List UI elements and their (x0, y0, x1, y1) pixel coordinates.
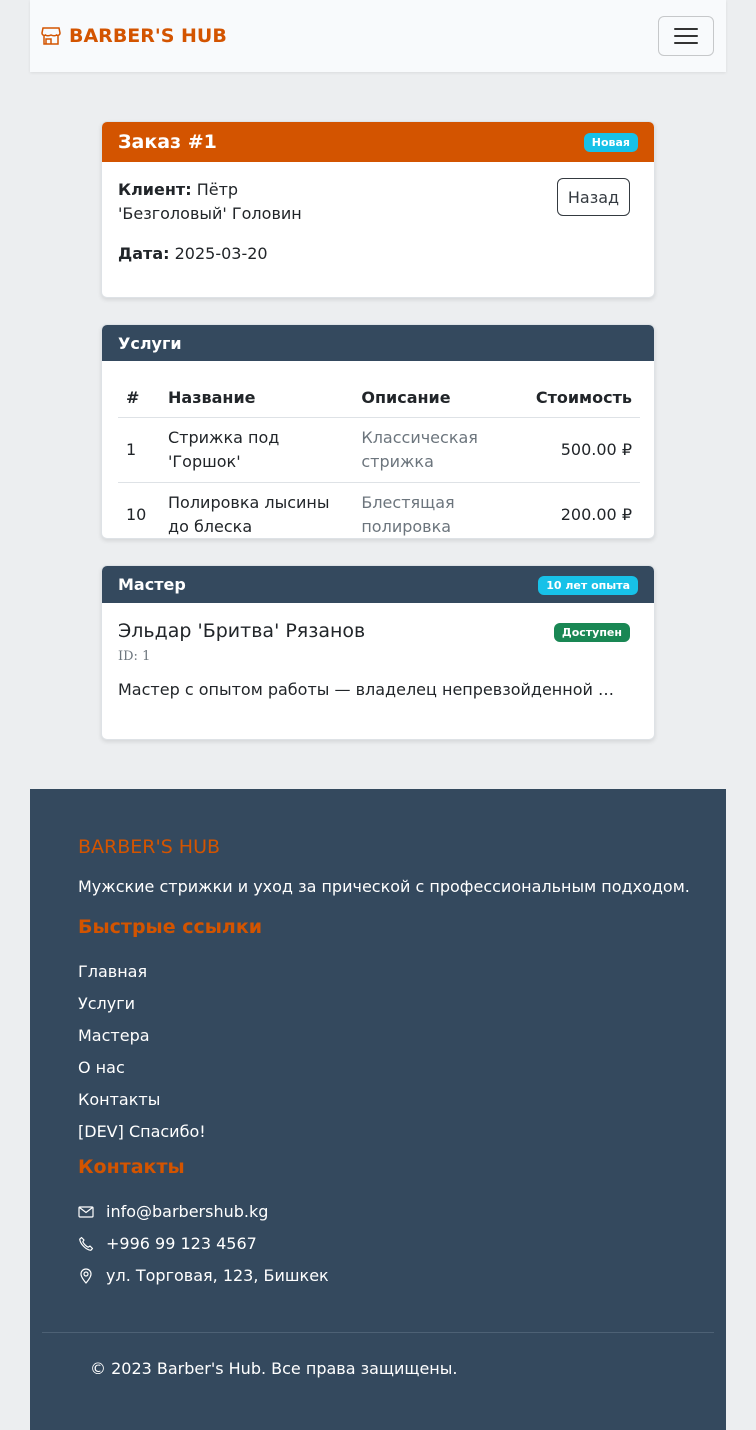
service-name: Полировка лысины до блеска (160, 482, 354, 538)
footer-link-services[interactable]: Услуги (78, 988, 206, 1020)
services-card: Услуги # Название Описание Стоимость 1 С… (101, 324, 655, 539)
order-header: Заказ #1 Новая (102, 122, 654, 162)
brand-link[interactable]: BARBER'S HUB (41, 24, 227, 48)
order-body: Клиент: Пётр 'Безголовый' Головин Дата: … (102, 162, 654, 282)
column-header: # (118, 377, 160, 418)
services-header: Услуги (102, 325, 654, 361)
footer: BARBER'S HUB Мужские стрижки и уход за п… (30, 789, 726, 1430)
footer-divider (42, 1332, 714, 1333)
master-card: Мастер 10 лет опыта Эльдар 'Бритва' Ряза… (101, 565, 655, 740)
contact-email[interactable]: info@barbershub.kg (78, 1196, 329, 1228)
column-header: Описание (353, 377, 528, 418)
service-id: 1 (118, 417, 160, 483)
order-card: Заказ #1 Новая Клиент: Пётр 'Безголовый'… (101, 121, 655, 298)
quick-links-title: Быстрые ссылки (78, 916, 263, 938)
contact-phone-text: +996 99 123 4567 (106, 1234, 257, 1253)
column-header: Название (160, 377, 354, 418)
hamburger-menu-icon (674, 28, 698, 44)
master-description: Мастер с опытом работы — владелец непрев… (118, 680, 618, 699)
service-name: Стрижка под 'Горшок' (160, 417, 354, 483)
availability-badge: Доступен (553, 623, 630, 642)
footer-link-dev-thanks[interactable]: [DEV] Спасибо! (78, 1116, 206, 1148)
service-price: 200.00 ₽ (527, 482, 640, 538)
master-id: ID: 1 (118, 649, 151, 664)
table-row: 1 Стрижка под 'Горшок' Классическая стри… (118, 417, 640, 483)
footer-brand: BARBER'S HUB (78, 836, 221, 858)
order-title: Заказ #1 (118, 131, 217, 153)
client-info: Клиент: Пётр 'Безголовый' Головин (118, 178, 348, 226)
service-price: 500.00 ₽ (527, 417, 640, 483)
brand-name: BARBER'S HUB (69, 25, 227, 47)
footer-about: Мужские стрижки и уход за прической с пр… (78, 877, 690, 896)
experience-badge: 10 лет опыта (538, 576, 638, 595)
master-header-title: Мастер (118, 575, 186, 594)
contact-email-text: info@barbershub.kg (106, 1202, 269, 1221)
copyright: © 2023 Barber's Hub. Все права защищены. (90, 1359, 458, 1378)
shop-icon (41, 27, 61, 45)
service-id: 10 (118, 482, 160, 538)
menu-toggle-button[interactable] (658, 16, 714, 56)
location-pin-icon (80, 1268, 92, 1284)
date-info: Дата: 2025-03-20 (118, 242, 638, 266)
envelope-icon (78, 1206, 94, 1218)
contact-phone[interactable]: +996 99 123 4567 (78, 1228, 329, 1260)
client-label: Клиент: (118, 180, 192, 199)
master-body: Эльдар 'Бритва' Рязанов Доступен ID: 1 М… (102, 603, 654, 718)
service-description: Блестящая полировка (353, 482, 528, 538)
table-header-row: # Название Описание Стоимость (118, 377, 640, 418)
back-button[interactable]: Назад (557, 178, 630, 216)
table-row: 10 Полировка лысины до блеска Блестящая … (118, 482, 640, 538)
quick-links-list: Главная Услуги Мастера О нас Контакты [D… (78, 956, 206, 1148)
footer-link-home[interactable]: Главная (78, 956, 206, 988)
footer-link-masters[interactable]: Мастера (78, 1020, 206, 1052)
status-badge: Новая (583, 133, 638, 152)
column-header: Стоимость (527, 377, 640, 418)
services-table: # Название Описание Стоимость 1 Стрижка … (118, 377, 640, 538)
footer-link-about[interactable]: О нас (78, 1052, 206, 1084)
date-label: Дата: (118, 244, 170, 263)
services-title: Услуги (118, 333, 182, 353)
navbar: BARBER'S HUB (30, 0, 726, 72)
master-header: Мастер 10 лет опыта (102, 566, 654, 603)
footer-link-contacts[interactable]: Контакты (78, 1084, 206, 1116)
contacts-title: Контакты (78, 1156, 185, 1178)
contact-address: ул. Торговая, 123, Бишкек (78, 1260, 329, 1292)
phone-icon (79, 1236, 94, 1251)
service-description: Классическая стрижка (353, 417, 528, 483)
contact-address-text: ул. Торговая, 123, Бишкек (106, 1266, 329, 1285)
contacts-list: info@barbershub.kg +996 99 123 4567 ул. … (78, 1196, 329, 1292)
date-value: 2025-03-20 (174, 244, 268, 263)
